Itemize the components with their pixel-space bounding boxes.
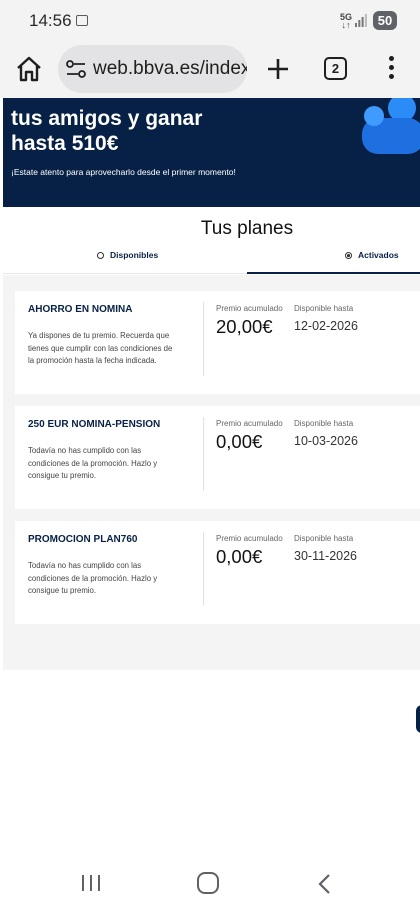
premio-label: Premio acumulado — [216, 534, 283, 543]
home-button-icon[interactable] — [197, 872, 219, 894]
browser-toolbar: web.bbva.es/index 2 — [0, 42, 420, 98]
tab-disponibles[interactable]: Disponibles — [97, 250, 158, 274]
premio-label: Premio acumulado — [216, 419, 283, 428]
active-tab-indicator — [247, 272, 420, 274]
tab-switcher-button[interactable]: 2 — [324, 57, 347, 80]
card-divider — [203, 532, 204, 606]
promo-subtitle: ¡Estate atento para aprovecharlo desde e… — [11, 167, 236, 177]
status-time: 14:56 — [29, 11, 72, 30]
expiry-date: 10-03-2026 — [294, 434, 358, 448]
plan-name: PROMOCION PLAN760 — [28, 534, 138, 545]
disponible-hasta-label: Disponible hasta — [294, 419, 354, 428]
plan-description: Ya dispones de tu premio. Recuerda que t… — [28, 331, 173, 365]
card-divider — [203, 417, 204, 491]
site-settings-icon[interactable] — [66, 60, 86, 78]
plan-card[interactable]: PROMOCION PLAN760 Todavía no has cumplid… — [15, 521, 420, 624]
promo-title: tus amigos y ganar hasta 510€ — [11, 107, 203, 155]
url-text[interactable]: web.bbva.es/index — [93, 58, 247, 80]
plan-name: AHORRO EN NOMINA — [28, 304, 133, 315]
expiry-date: 12-02-2026 — [294, 319, 358, 333]
network-type-indicator: 5G ↓↑ — [340, 12, 353, 30]
disponible-hasta-label: Disponible hasta — [294, 304, 354, 313]
people-illustration-icon — [362, 98, 420, 154]
web-page: tus amigos y ganar hasta 510€ ¡Estate at… — [0, 98, 420, 854]
premio-amount: 0,00€ — [216, 546, 263, 567]
premio-amount: 0,00€ — [216, 431, 263, 452]
disponible-hasta-label: Disponible hasta — [294, 534, 354, 543]
radio-selected-icon — [345, 252, 352, 259]
recent-apps-icon[interactable] — [80, 874, 102, 892]
tab-divider — [3, 273, 247, 274]
new-tab-icon[interactable] — [264, 55, 292, 83]
status-bar: 14:56 5G ↓↑ 50 — [0, 0, 420, 42]
plan-card[interactable]: AHORRO EN NOMINA Ya dispones de tu premi… — [15, 291, 420, 394]
expiry-date: 30-11-2026 — [294, 549, 358, 563]
plan-description: Todavía no has cumplido con las condicio… — [28, 561, 158, 595]
premio-amount: 20,00€ — [216, 316, 273, 337]
signal-strength-icon — [355, 14, 367, 27]
promo-banner[interactable]: tus amigos y ganar hasta 510€ ¡Estate at… — [3, 98, 420, 207]
plans-title: Tus planes — [200, 218, 294, 239]
plan-name: 250 EUR NOMINA-PENSION — [28, 419, 161, 430]
address-bar[interactable]: web.bbva.es/index — [58, 45, 247, 93]
plan-card[interactable]: 250 EUR NOMINA-PENSION Todavía no has cu… — [15, 406, 420, 509]
premio-label: Premio acumulado — [216, 304, 283, 313]
card-divider — [203, 302, 204, 376]
home-icon[interactable] — [14, 54, 44, 84]
system-navigation-bar — [0, 854, 420, 910]
more-options-icon[interactable] — [384, 56, 398, 82]
battery-icon: 50 — [373, 11, 397, 30]
floating-help-tab[interactable] — [416, 705, 420, 733]
message-notification-icon — [76, 15, 88, 26]
back-icon[interactable] — [316, 873, 334, 895]
radio-unselected-icon — [97, 252, 104, 259]
tab-activados[interactable]: Activados — [345, 250, 399, 274]
plan-description: Todavía no has cumplido con las condicio… — [28, 446, 158, 480]
